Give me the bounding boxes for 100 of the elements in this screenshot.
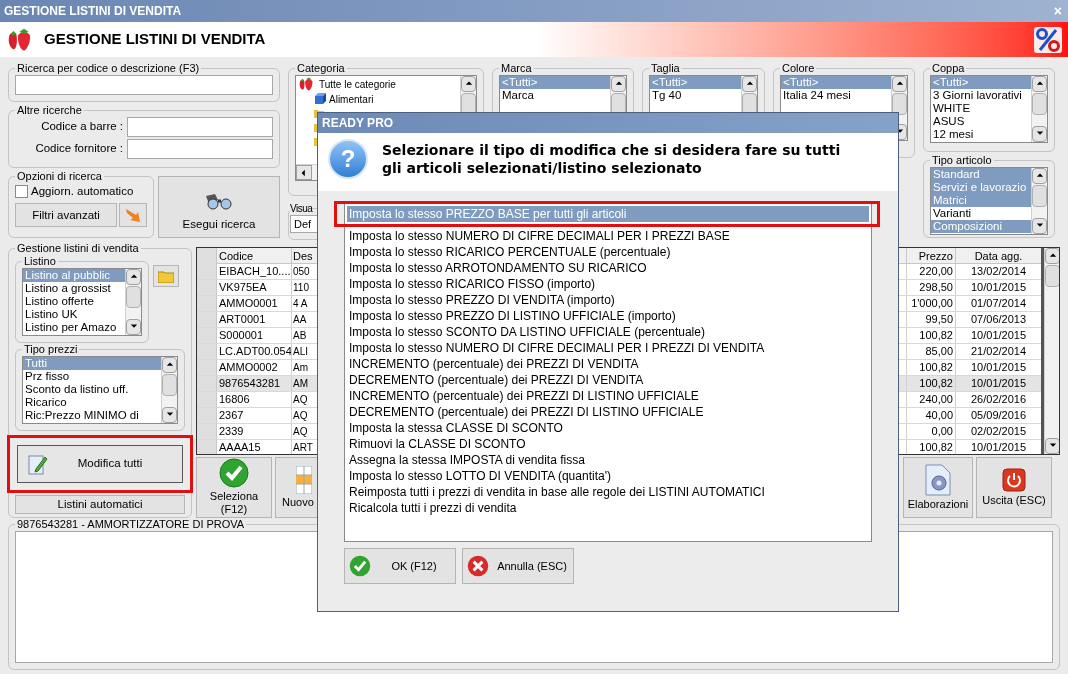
group-label: Listino (23, 255, 57, 268)
list-item[interactable]: Marca (500, 89, 610, 102)
list-item[interactable]: Imposta lo stesso ARROTONDAMENTO SU RICARICO (347, 260, 869, 276)
toolbar-button[interactable]: Uscita (ESC) (976, 456, 1052, 518)
scroll-down-button[interactable] (1032, 126, 1047, 142)
input-field[interactable] (127, 117, 273, 137)
edit-all-button[interactable]: Modifica tutti (17, 445, 183, 483)
checkbox[interactable] (15, 185, 28, 199)
toolbar-button[interactable]: Seleziona (F12) (196, 456, 272, 518)
scroll-thumb[interactable] (126, 286, 141, 308)
table-cell: 240,00 (906, 392, 956, 407)
list-item[interactable]: Imposta la stessa CLASSE DI SCONTO (347, 420, 869, 436)
list-item[interactable]: Imposta lo stesso NUMERO DI CIFRE DECIMALI PER I PREZZI DI VENDITA (347, 340, 869, 356)
grid-icon (296, 465, 312, 494)
group-label: Colore (781, 62, 816, 75)
scroll-down-button[interactable] (126, 319, 141, 335)
page-title: GESTIONE LISTINI DI VENDITA (44, 29, 267, 50)
cancel-icon (467, 555, 489, 577)
group-label: 9876543281 - AMMORTIZZATORE DI PROVA (16, 518, 246, 531)
toolbar-button[interactable]: Elaborazioni (903, 456, 973, 518)
input-field[interactable] (15, 75, 273, 95)
scroll-thumb[interactable] (1032, 185, 1047, 207)
advanced-filters-button[interactable]: Filtri avanzati (15, 203, 117, 228)
scroll-down-button[interactable] (1032, 218, 1047, 234)
list-item[interactable]: Listino UK (23, 308, 125, 321)
scroll-up-button[interactable] (1032, 168, 1047, 184)
scroll-thumb[interactable] (742, 93, 757, 115)
group-label: Categoria (296, 62, 346, 75)
column-header[interactable]: Data agg. (956, 248, 1041, 265)
list-item[interactable]: Sconto da listino uff. (23, 383, 161, 396)
list-item[interactable]: DECREMENTO (percentuale) dei PREZZI DI VENDITA (347, 372, 869, 388)
scroll-thumb[interactable] (162, 374, 177, 396)
table-cell: 2339 (217, 424, 292, 439)
list-item[interactable]: Prz fisso (23, 370, 161, 383)
scroll-thumb[interactable] (892, 93, 907, 115)
scroll-thumb[interactable] (611, 93, 626, 115)
checkbox-label: Aggiorn. automatico (31, 184, 134, 199)
group-label: Marca (500, 62, 533, 75)
table-cell-text: 05/09/2016 (969, 408, 1028, 423)
table-cell-text: ALI (292, 345, 309, 359)
up-arrow-icon (128, 273, 139, 281)
scroll-left-button[interactable] (296, 165, 312, 180)
table-cell-text: 26/02/2016 (969, 392, 1028, 407)
scroll-down-button[interactable] (1045, 437, 1059, 454)
run-search-button[interactable]: Esegui ricerca (158, 176, 280, 238)
list-item[interactable]: Listino a grossist (23, 282, 125, 295)
list-item[interactable]: Tg 40 (650, 89, 741, 102)
table-cell: 100,82 (906, 360, 956, 375)
input-field[interactable] (127, 139, 273, 159)
list-item[interactable]: Italia 24 mesi (781, 89, 891, 102)
list-item[interactable]: Listino offerte (23, 295, 125, 308)
table-cell-text: AQ (292, 409, 309, 423)
column-header[interactable]: Des (292, 248, 319, 265)
table-cell-text: 050 (292, 265, 311, 279)
scroll-thumb[interactable] (461, 93, 476, 115)
scroll-up-button[interactable] (892, 76, 907, 92)
scroll-down-button[interactable] (162, 407, 177, 423)
list-item[interactable]: Imposta lo stesso NUMERO DI CIFRE DECIMALI PER I PREZZI BASE (347, 228, 869, 244)
list-item[interactable]: Imposta lo stesso SCONTO DA LISTINO UFFICIALE (percentuale) (347, 324, 869, 340)
list-item[interactable]: Imposta lo stesso PREZZO DI VENDITA (importo) (347, 292, 869, 308)
list-item[interactable]: Imposta lo stesso PREZZO DI LISTINO UFFICIALE (importo) (347, 308, 869, 324)
list-item[interactable]: Listino per Amazo (23, 321, 125, 334)
scroll-thumb[interactable] (1045, 265, 1059, 287)
table-cell-text: 01/07/2014 (969, 296, 1028, 311)
list-item[interactable]: Ricarico (23, 396, 161, 409)
scroll-up-button[interactable] (742, 76, 757, 92)
list-item[interactable]: Imposta lo stesso RICARICO PERCENTUALE (percentuale) (347, 244, 869, 260)
table-cell: 1'000,00 (906, 296, 956, 311)
scroll-up-button[interactable] (1032, 76, 1047, 92)
scroll-thumb[interactable] (1032, 93, 1047, 115)
list-item[interactable]: DECREMENTO (percentuale) dei PREZZI DI LISTINO UFFICIALE (347, 404, 869, 420)
scroll-up-button[interactable] (461, 76, 476, 92)
scroll-up-button[interactable] (1045, 248, 1059, 264)
up-arrow-icon (744, 80, 755, 88)
list-item[interactable]: Imposta lo stesso RICARICO FISSO (importo) (347, 276, 869, 292)
scroll-up-button[interactable] (162, 357, 177, 373)
table-cell-text: AA (292, 313, 308, 327)
table-cell-text: AQ (292, 425, 309, 439)
list-item[interactable]: WHITE (931, 102, 1031, 115)
table-cell-text: 10/01/2015 (969, 360, 1028, 375)
list-item[interactable]: 12 mesi (931, 128, 1031, 141)
scroll-up-button[interactable] (611, 76, 626, 92)
table-cell: 220,00 (906, 264, 956, 279)
list-item[interactable]: Rimuovi la CLASSE DI SCONTO (347, 436, 869, 452)
list-item[interactable]: Varianti (931, 207, 1031, 220)
tree-item[interactable]: Tutte le categorie (319, 76, 396, 92)
list-item[interactable]: 3 Giorni lavorativi (931, 89, 1031, 102)
tree-item[interactable]: Alimentari (329, 91, 374, 107)
list-item[interactable]: Ric:Prezzo MINIMO di (23, 409, 161, 422)
list-item[interactable]: INCREMENTO (percentuale) dei PREZZI DI LISTINO UFFICIALE (347, 388, 869, 404)
list-item[interactable]: INCREMENTO (percentuale) dei PREZZI DI VENDITA (347, 356, 869, 372)
list-item[interactable]: ASUS (931, 115, 1031, 128)
dialog-button[interactable]: OK (F12) (344, 548, 456, 584)
table-cell: AMMO0001 (217, 296, 292, 311)
scroll-up-button[interactable] (126, 269, 141, 285)
table-cell-text: 4 A (292, 297, 309, 311)
field-label: Codice fornitore : (34, 141, 123, 157)
auto-price-lists-button[interactable]: Listini automatici (15, 495, 185, 515)
dialog-button[interactable]: Annulla (ESC) (462, 548, 574, 584)
table-cell: 100,82 (906, 376, 956, 391)
